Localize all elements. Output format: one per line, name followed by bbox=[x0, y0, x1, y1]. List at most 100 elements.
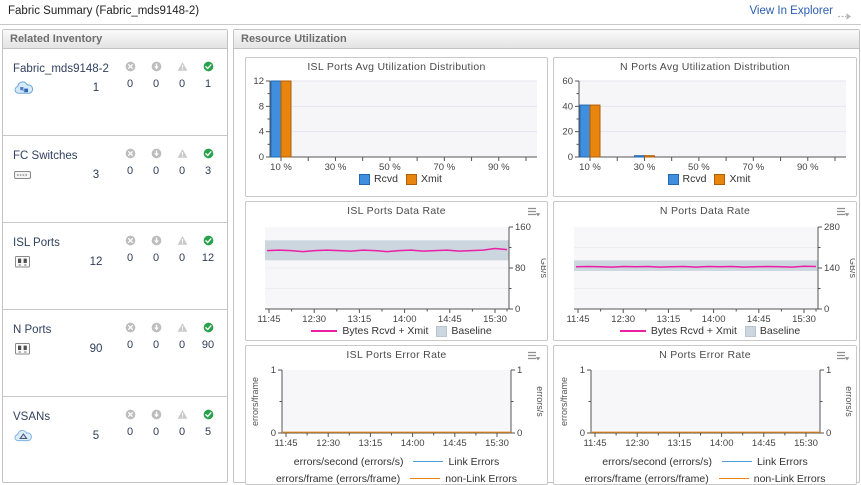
legend-line-swatch bbox=[410, 478, 440, 480]
svg-text:0: 0 bbox=[259, 152, 264, 163]
legend-line-swatch bbox=[722, 461, 752, 463]
chart-title-row: N Ports Avg Utilization Distribution bbox=[554, 58, 856, 77]
chart-title: N Ports Avg Utilization Distribution bbox=[554, 61, 856, 73]
svg-text:errors/frame: errors/frame bbox=[559, 377, 569, 426]
warning-icon bbox=[177, 148, 188, 159]
status-column: 0 bbox=[143, 148, 169, 177]
switch-icon bbox=[13, 167, 35, 183]
svg-text:70 %: 70 % bbox=[742, 162, 764, 173]
legend-label: Bytes Rcvd + Xmit bbox=[342, 325, 428, 337]
svg-text:10 %: 10 % bbox=[270, 162, 292, 173]
svg-text:1: 1 bbox=[579, 365, 584, 376]
inventory-row-fc-switches[interactable]: FC Switches30003 bbox=[3, 136, 227, 223]
status-column: 0 bbox=[117, 148, 143, 177]
legend-label: Baseline bbox=[760, 325, 800, 337]
legend-label: Rcvd bbox=[374, 173, 398, 185]
svg-text:14:45: 14:45 bbox=[746, 314, 770, 325]
svg-text:280: 280 bbox=[824, 222, 840, 233]
svg-text:11:45: 11:45 bbox=[274, 438, 297, 449]
status-column: 0 bbox=[143, 235, 169, 264]
warning-icon bbox=[177, 322, 188, 333]
status-count: 0 bbox=[127, 165, 133, 177]
status-count: 5 bbox=[205, 426, 211, 438]
legend-metric-label: errors/second (errors/s) bbox=[602, 456, 712, 468]
legend-swatch bbox=[406, 174, 417, 185]
svg-text:14:00: 14:00 bbox=[709, 438, 733, 449]
svg-text:14:45: 14:45 bbox=[438, 314, 462, 325]
svg-text:12: 12 bbox=[253, 77, 264, 87]
inventory-item-count: 1 bbox=[69, 82, 123, 94]
chart-options-icon[interactable] bbox=[527, 349, 541, 360]
inventory-list: Fabric_mds9148-210001FC Switches30003ISL… bbox=[3, 49, 227, 484]
status-count: 90 bbox=[202, 339, 214, 351]
inventory-item-label: Fabric_mds9148-2 bbox=[13, 63, 109, 75]
bar-chart-plot: 0481210 %30 %50 %70 %90 % bbox=[248, 77, 545, 173]
error-rate-plot: 1100errors/frameerrors/s11:4512:3013:151… bbox=[556, 365, 855, 453]
svg-text:80: 80 bbox=[515, 263, 526, 274]
error-rate-legend: errors/second (errors/s) Link Errorserror… bbox=[554, 453, 856, 485]
svg-text:12:30: 12:30 bbox=[302, 314, 326, 325]
vsan-cloud-icon bbox=[13, 428, 35, 444]
chart-options-icon[interactable] bbox=[836, 205, 850, 216]
svg-text:11:45: 11:45 bbox=[583, 438, 606, 449]
ok-icon bbox=[203, 409, 214, 420]
svg-text:12:30: 12:30 bbox=[611, 314, 635, 325]
svg-text:14:00: 14:00 bbox=[401, 438, 425, 449]
inventory-item-count: 3 bbox=[69, 169, 123, 181]
ok-icon bbox=[203, 61, 214, 72]
legend-row: errors/second (errors/s)Link Errors bbox=[246, 453, 547, 470]
chart-title: ISL Ports Data Rate bbox=[246, 205, 547, 217]
inventory-item-count: 12 bbox=[69, 256, 123, 268]
svg-text:0: 0 bbox=[824, 304, 829, 315]
legend-label: Bytes Rcvd + Xmit bbox=[651, 325, 737, 337]
status-summary: 00090 bbox=[117, 322, 221, 351]
legend-row: errors/second (errors/s) Link Errors bbox=[554, 453, 856, 470]
inventory-item-label: FC Switches bbox=[13, 150, 78, 162]
view-in-explorer-link[interactable]: View In Explorer bbox=[749, 5, 833, 17]
ports-icon bbox=[13, 341, 35, 357]
svg-text:0: 0 bbox=[515, 304, 520, 315]
inventory-item-count: 90 bbox=[69, 343, 123, 355]
status-summary: 0001 bbox=[117, 61, 221, 90]
resource-utilization-panel: Resource Utilization ISL Ports Avg Utili… bbox=[233, 29, 860, 483]
status-count: 0 bbox=[127, 426, 133, 438]
svg-text:13:15: 13:15 bbox=[667, 438, 691, 449]
down-icon bbox=[151, 61, 162, 72]
inventory-row-n-ports[interactable]: N Ports9000090 bbox=[3, 310, 227, 397]
status-count: 0 bbox=[179, 339, 185, 351]
down-icon bbox=[151, 409, 162, 420]
inventory-row-isl-ports[interactable]: ISL Ports1200012 bbox=[3, 223, 227, 310]
inventory-row-fabric-mds9148-2[interactable]: Fabric_mds9148-210001 bbox=[3, 49, 227, 136]
status-count: 0 bbox=[127, 78, 133, 90]
chart-options-icon[interactable] bbox=[836, 349, 850, 360]
legend-label: Baseline bbox=[451, 325, 491, 337]
bar-chart-plot: 020406010 %30 %50 %70 %90 % bbox=[557, 77, 854, 173]
related-inventory-header: Related Inventory bbox=[3, 30, 227, 49]
chart-title: N Ports Error Rate bbox=[554, 349, 856, 361]
inventory-item-label: ISL Ports bbox=[13, 237, 60, 249]
status-summary: 0003 bbox=[117, 148, 221, 177]
legend-label: Xmit bbox=[421, 173, 442, 185]
chart-options-icon[interactable] bbox=[527, 205, 541, 216]
legend-row: errors/frame (errors/frame)non-Link Erro… bbox=[246, 470, 547, 485]
legend-series-label: Link Errors bbox=[757, 456, 808, 468]
ports-icon bbox=[13, 254, 35, 270]
svg-text:50 %: 50 % bbox=[379, 162, 401, 173]
bar-chart-legend: RcvdXmit bbox=[554, 173, 856, 185]
status-count: 12 bbox=[202, 252, 214, 264]
legend-series-label: Link Errors bbox=[448, 456, 499, 468]
svg-text:11:45: 11:45 bbox=[257, 314, 280, 325]
charts-grid: ISL Ports Avg Utilization Distribution04… bbox=[234, 49, 859, 485]
data-rate-plot: 0140280GB/s11:4512:3013:1514:0014:4515:3… bbox=[556, 221, 855, 325]
chart-isl-util: ISL Ports Avg Utilization Distribution04… bbox=[245, 57, 548, 197]
chart-title-row: N Ports Data Rate bbox=[554, 202, 856, 221]
inventory-item-label: N Ports bbox=[13, 324, 51, 336]
status-count: 3 bbox=[205, 165, 211, 177]
status-column: 5 bbox=[195, 409, 221, 438]
svg-text:20: 20 bbox=[562, 127, 573, 138]
inventory-row-vsans[interactable]: VSANs50005 bbox=[3, 397, 227, 484]
warning-icon bbox=[177, 235, 188, 246]
status-count: 0 bbox=[153, 165, 159, 177]
status-count: 1 bbox=[205, 78, 211, 90]
status-summary: 0005 bbox=[117, 409, 221, 438]
